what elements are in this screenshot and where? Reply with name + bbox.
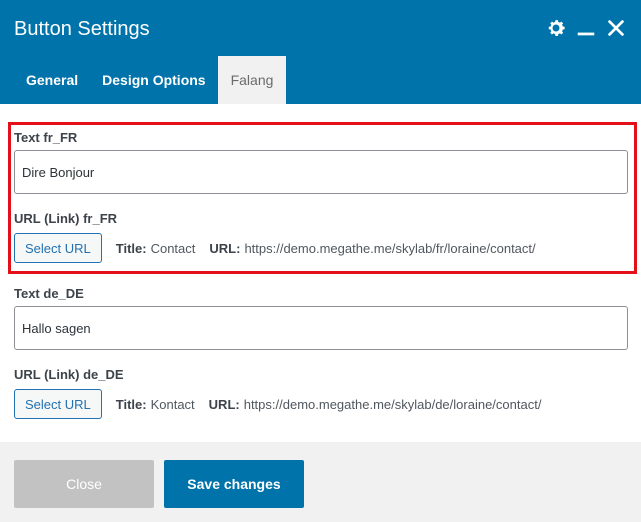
url-value: https://demo.megathe.me/skylab/de/lorain… <box>243 396 542 412</box>
text-de-label: Text de_DE <box>14 286 84 301</box>
url-key: URL: <box>209 240 241 256</box>
url-fr-label: URL (Link) fr_FR <box>14 211 118 226</box>
url-de-row: Select URL Title: Kontact URL: https://d… <box>14 389 555 419</box>
minimize-icon[interactable] <box>575 17 597 39</box>
dialog-footer: Close Save changes <box>0 442 641 522</box>
close-icon[interactable] <box>605 17 627 39</box>
dialog-content: Text fr_FR Dire Bonjour URL (Link) fr_FR… <box>0 104 641 442</box>
tab-design-options[interactable]: Design Options <box>90 56 217 104</box>
tab-bar: General Design Options Falang <box>14 56 287 104</box>
dialog-title: Button Settings <box>14 18 150 40</box>
select-url-de-button[interactable]: Select URL <box>14 389 102 419</box>
tab-falang[interactable]: Falang <box>217 56 287 104</box>
close-button[interactable]: Close <box>14 460 154 508</box>
select-url-fr-button[interactable]: Select URL <box>14 233 102 263</box>
text-fr-label: Text fr_FR <box>14 130 78 145</box>
url-fr-row: Select URL Title: Contact URL: https://d… <box>14 233 550 263</box>
title-value: Kontact <box>150 396 195 412</box>
tab-general[interactable]: General <box>14 56 90 104</box>
title-value: Contact <box>150 240 196 256</box>
header-controls <box>545 17 627 39</box>
title-key: Title: <box>115 396 147 412</box>
title-key: Title: <box>115 240 147 256</box>
text-fr-input[interactable]: Dire Bonjour <box>14 150 628 194</box>
url-de-label: URL (Link) de_DE <box>14 367 124 382</box>
save-changes-button[interactable]: Save changes <box>164 460 304 508</box>
dialog-header: Button Settings General Design Options F… <box>0 0 641 104</box>
url-key: URL: <box>208 396 240 412</box>
url-value: https://demo.megathe.me/skylab/fr/lorain… <box>244 240 536 256</box>
gear-icon[interactable] <box>545 17 567 39</box>
text-de-input[interactable]: Hallo sagen <box>14 306 628 350</box>
